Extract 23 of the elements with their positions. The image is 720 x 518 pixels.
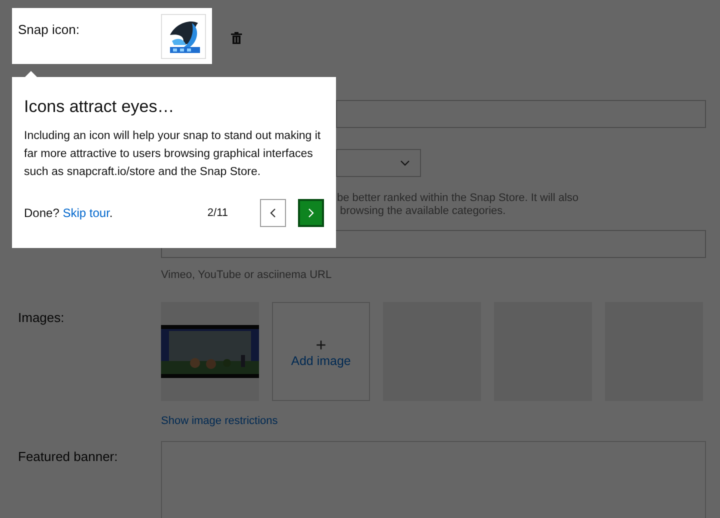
trash-icon[interactable]: [231, 32, 242, 44]
chevron-right-icon: [308, 208, 314, 218]
help-text: browsing the available categories.: [340, 205, 506, 218]
previous-button[interactable]: [260, 199, 286, 227]
field-label: Featured banner:: [17, 448, 119, 464]
chevron-left-icon: [270, 208, 276, 218]
step-counter: 2/11: [207, 207, 228, 219]
chevron-down-icon: [400, 160, 410, 166]
text-field[interactable]: [336, 100, 706, 128]
field-hint: Vimeo, YouTube or asciinema URL: [161, 269, 332, 281]
snap-icon-frame[interactable]: [161, 14, 206, 59]
field-label: Images:: [17, 309, 66, 325]
category-select[interactable]: [336, 149, 421, 177]
tour-body: Including an icon will help your snap to stand out making it far more attractive to users browsing graphical interfaces such as snapcraft.io/store and the Snap Store.: [24, 129, 322, 180]
image-tile[interactable]: [161, 302, 259, 401]
tour-title: Icons attract eyes…: [24, 97, 176, 117]
field-label: Snap icon:: [17, 21, 80, 39]
add-image-button[interactable]: + Add image: [272, 302, 370, 401]
help-text: be better ranked within the Snap Store. It will also: [337, 192, 579, 205]
image-restrictions-link[interactable]: Show image restrictions: [161, 415, 278, 427]
next-button[interactable]: [298, 199, 324, 227]
tour-done-text: Done? Skip tour.: [24, 206, 113, 220]
skip-tour-link[interactable]: Skip tour: [62, 206, 110, 220]
